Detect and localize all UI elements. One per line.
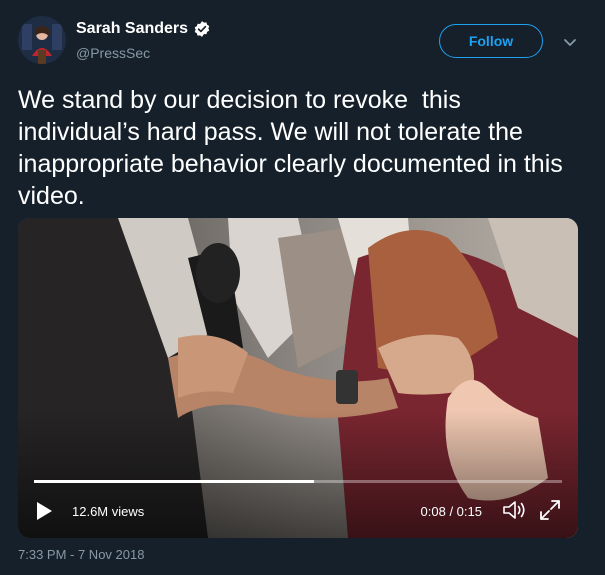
video-scrubber[interactable] xyxy=(34,480,562,483)
chevron-down-icon[interactable] xyxy=(562,34,578,50)
tweet-timestamp[interactable]: 7:33 PM - 7 Nov 2018 xyxy=(18,547,144,562)
avatar[interactable] xyxy=(18,16,66,64)
fullscreen-icon[interactable] xyxy=(538,498,562,522)
volume-icon[interactable] xyxy=(501,498,527,522)
user-name-text: Sarah Sanders xyxy=(76,20,189,37)
avatar-image xyxy=(18,16,66,64)
verified-badge-icon xyxy=(193,20,211,38)
video-time: 0:08 / 0:15 xyxy=(420,504,482,519)
video-player[interactable]: 12.6M views 0:08 / 0:15 xyxy=(18,218,578,538)
play-icon[interactable] xyxy=(33,500,55,522)
video-view-count: 12.6M views xyxy=(72,504,145,519)
video-progress-fill xyxy=(34,480,314,483)
user-name[interactable]: Sarah Sanders xyxy=(76,20,211,38)
video-frame xyxy=(18,218,578,538)
tweet-text: We stand by our decision to revoke this … xyxy=(18,86,570,210)
follow-button[interactable]: Follow xyxy=(439,24,543,58)
user-handle[interactable]: @PressSec xyxy=(76,45,150,61)
